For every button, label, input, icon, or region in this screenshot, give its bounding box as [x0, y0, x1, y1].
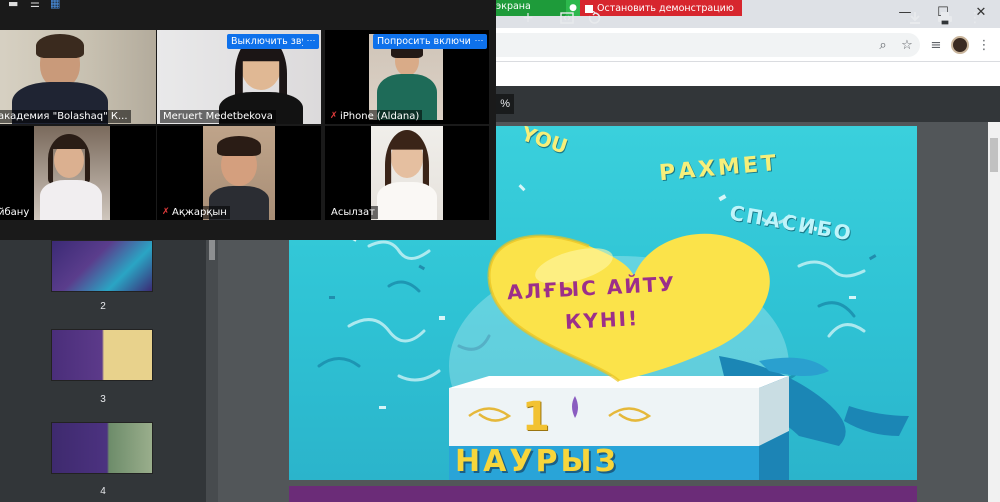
reading-list-icon[interactable]: ≡ [926, 36, 946, 54]
strip-view-icon[interactable]: ☰ [30, 0, 40, 10]
video-tile-3[interactable]: Попросить включить ··· ✗ iPhone (Aldana) [325, 30, 489, 124]
participant-name-text: iPhone (Aldana) [340, 111, 420, 122]
page-number: 3 [100, 394, 106, 405]
participant-hair [217, 136, 261, 156]
page-number: 2 [100, 301, 106, 312]
participant-name: академия "Bolashaq" К... [0, 110, 131, 123]
print-icon[interactable] [934, 9, 956, 27]
video-tile-1[interactable]: академия "Bolashaq" К... [0, 30, 156, 124]
stop-share-label: Остановить демонстрацию [597, 3, 734, 14]
zoom-header: ▬ ☰ ▦ [0, 0, 496, 30]
participant-name-text: Ақжарқын [172, 207, 227, 218]
participant-name: йбану [0, 206, 33, 219]
speaker-view-icon[interactable]: ▬ [8, 0, 18, 10]
url-omnibox[interactable] [480, 33, 920, 57]
video-tile-6[interactable]: Асылзат [325, 126, 489, 220]
search-zoom-icon[interactable]: ⌕ [873, 36, 893, 54]
browser-menu-icon[interactable]: ⋮ [974, 36, 994, 54]
participant-name: Meruert Medetbekova [160, 110, 276, 123]
muted-mic-icon: ✗ [330, 111, 338, 121]
page-thumbnail-3[interactable] [51, 329, 153, 381]
participant-body [377, 182, 437, 220]
page-thumbnail-4[interactable] [51, 422, 153, 474]
sidebar-scrollbar[interactable] [206, 240, 218, 502]
zoom-gallery-window: ▬ ☰ ▦ академия "Bolashaq" К... Выключить… [0, 0, 496, 240]
pdf-page-2-top [289, 486, 917, 502]
sidebar-scroll-thumb[interactable] [209, 240, 215, 260]
gallery-view-icon[interactable]: ▦ [50, 0, 60, 10]
main-scroll-thumb[interactable] [990, 138, 998, 172]
participant-name: Асылзат [328, 206, 378, 219]
participant-hair [36, 34, 84, 58]
page-number: 4 [100, 486, 106, 497]
rotate-icon[interactable] [583, 9, 605, 27]
more-options-button[interactable]: ··· [303, 34, 319, 49]
heart-text-line2: КҮНІ! [564, 306, 640, 334]
muted-mic-icon: ✗ [162, 207, 170, 217]
participant-name: ✗ iPhone (Aldana) [328, 110, 423, 123]
zoom-in-icon[interactable]: + [518, 9, 538, 27]
more-options-button[interactable]: ··· [471, 34, 487, 49]
video-tile-5[interactable]: ✗ Ақжарқын [157, 126, 321, 220]
date-number: 1 [522, 394, 550, 440]
profile-avatar[interactable] [951, 36, 969, 54]
main-scrollbar[interactable] [988, 122, 1000, 502]
fit-page-icon[interactable] [556, 9, 578, 27]
ask-to-unmute-button[interactable]: Попросить включить [373, 34, 486, 49]
video-tile-2[interactable]: Выключить звук ··· Meruert Medetbekova [157, 30, 321, 124]
participant-name: ✗ Ақжарқын [160, 206, 230, 219]
more-options-icon[interactable]: ⋮ [965, 9, 985, 27]
download-icon[interactable] [904, 9, 926, 27]
bookmark-star-icon[interactable]: ☆ [897, 36, 917, 54]
video-tile-4[interactable]: йбану [0, 126, 156, 220]
page-thumbnail-2[interactable] [51, 240, 153, 292]
participant-body [40, 180, 102, 220]
screen: — ☐ ✕ экрана ● Остановить демонстрацию ⌕… [0, 0, 1000, 502]
month-label: НАУРЫЗ [455, 444, 619, 479]
